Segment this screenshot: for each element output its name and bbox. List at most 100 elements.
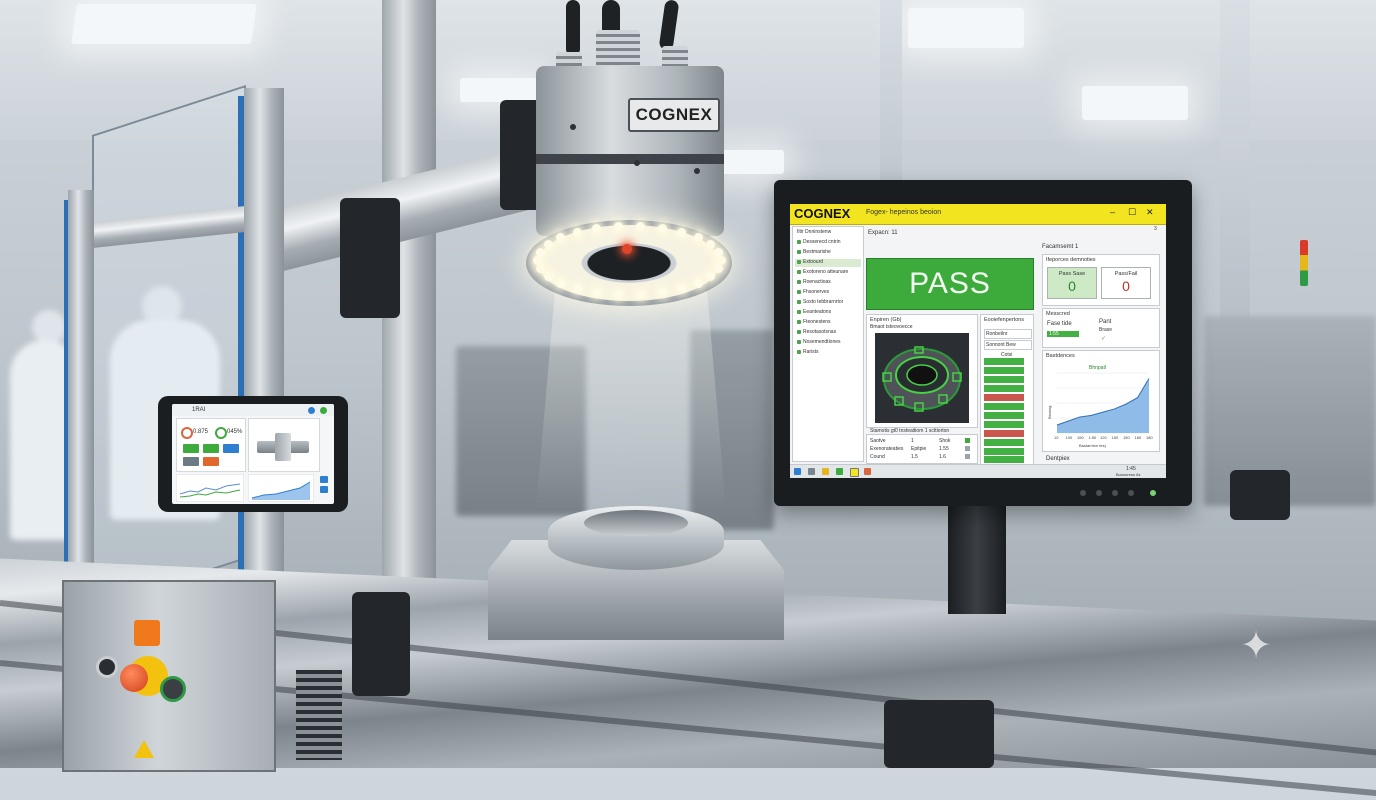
tool-status-row[interactable]	[984, 421, 1024, 428]
tools-panel-item[interactable]: Ronbeilnr	[984, 329, 1032, 339]
tablet-tile[interactable]	[183, 457, 199, 466]
camera-cable	[566, 0, 580, 56]
sparkle-icon: ✦	[1240, 625, 1272, 667]
sidebar-item[interactable]: Rarists	[797, 349, 819, 357]
tablet-title: 1RAI	[192, 407, 206, 413]
chart-x-tick: 120	[1100, 435, 1107, 440]
tool-status-row[interactable]	[984, 367, 1024, 374]
sidebar-item[interactable]: Roenactioas	[797, 279, 831, 287]
counters-title: Ifeporces demnoties	[1046, 257, 1096, 263]
arm-bracket	[340, 198, 400, 318]
tools-panel-item[interactable]: Sonnont Bew	[984, 340, 1032, 350]
tool-status-row[interactable]	[984, 439, 1024, 446]
tool-status-row[interactable]	[984, 394, 1024, 401]
monitor-button[interactable]	[1080, 490, 1086, 496]
emergency-stop-button[interactable]	[120, 664, 148, 692]
pass-result-banner: PASS	[866, 258, 1034, 310]
tree-node-icon	[797, 259, 801, 264]
chart-x-tick: 180	[1135, 435, 1142, 440]
sidebar-item[interactable]: Nosemendtiones	[797, 339, 841, 347]
sidebar-item-label: Fhsonerves	[803, 289, 830, 295]
chart-panel: Bastdences Bhnpatl 10 100 150 1:50 120 150 150 1…	[1042, 350, 1160, 452]
sidebar-item[interactable]: Sosto tebbrarnrtor	[797, 299, 843, 307]
row-status-icon	[965, 438, 970, 443]
start-button[interactable]	[160, 676, 186, 702]
taskbar-app-icon[interactable]	[808, 468, 815, 475]
measured-title: Messcred	[1046, 311, 1070, 317]
row-status-icon	[965, 454, 970, 459]
sidebar-item[interactable]: Bestmarishe	[797, 249, 831, 257]
image-panel: Enpiren (Gb) Bmaot tsteovoecce	[866, 314, 978, 428]
tablet-tile[interactable]	[183, 444, 199, 453]
ring-led	[556, 278, 566, 288]
pass-rate-label: Fase tide	[1047, 321, 1072, 327]
maximize-icon[interactable]: ☐	[1128, 207, 1136, 218]
tablet-value: 045%	[227, 429, 243, 435]
chart-area	[1057, 378, 1149, 433]
ceiling-light	[71, 4, 257, 44]
tool-status-row[interactable]	[984, 448, 1024, 455]
tool-status-row[interactable]	[984, 385, 1024, 392]
sidebar-item-label: Extoourd	[803, 259, 824, 265]
results-cell: Saotve	[870, 438, 886, 444]
taskbar: 1:45 Busnuresu 6z	[790, 464, 1166, 478]
chart-x-tick: 150	[1077, 435, 1084, 440]
monitor-button[interactable]	[1096, 490, 1102, 496]
sidebar-item-label: Exotoreno atteunare	[803, 269, 849, 275]
power-button[interactable]	[1150, 490, 1156, 496]
selector-switch[interactable]	[96, 656, 118, 678]
taskbar-app-icon[interactable]	[850, 468, 859, 477]
sidebar-item[interactable]: Resotasotsnas	[797, 329, 836, 337]
trend-chart[interactable]: Bhnpatl 10 100 150 1:50 120 150 150 180 180 Bastar…	[1045, 361, 1157, 449]
cabinet-vent	[296, 670, 342, 760]
tree-node-icon	[797, 279, 801, 284]
camera-band	[536, 154, 724, 164]
taskbar-app-icon[interactable]	[836, 468, 843, 475]
tool-status-row[interactable]	[984, 430, 1024, 437]
tablet-side-button[interactable]	[320, 486, 328, 493]
sidebar-item[interactable]: Desserecd cntrin	[797, 239, 841, 247]
monitor-button[interactable]	[1112, 490, 1118, 496]
tablet-screen[interactable]: 1RAI 0.875 045%	[172, 404, 334, 504]
sidebar-item-label: Eeanteatons	[803, 309, 832, 315]
rail-clamp	[884, 700, 994, 768]
sidebar-item[interactable]: Eeanteatons	[797, 309, 831, 317]
monitor-button[interactable]	[1128, 490, 1134, 496]
start-icon[interactable]	[794, 468, 801, 475]
fail-counter-value: 0	[1122, 278, 1130, 294]
ring-led	[613, 289, 623, 299]
chart-y-label: Btowng	[1047, 406, 1052, 419]
close-icon[interactable]: ✕	[1146, 207, 1154, 218]
sidebar-item-label: Rarists	[803, 349, 819, 355]
sidebar-item[interactable]: Extoourd	[795, 259, 861, 267]
pass-counter-label: Pass Sase	[1058, 271, 1086, 277]
rail-clamp	[1230, 470, 1290, 520]
results-cell: Shok	[939, 438, 951, 444]
window-title: Fogex- hepeinos beoion	[866, 209, 942, 216]
title-bar: COGNEX Fogex- hepeinos beoion – ☐ ✕	[790, 204, 1166, 225]
results-cell: Epitpie	[911, 446, 927, 452]
tool-status-row[interactable]	[984, 403, 1024, 410]
sidebar-item-label: Nosemendtiones	[803, 339, 841, 345]
sidebar-item[interactable]: Fhsonerves	[797, 289, 829, 297]
minimize-icon[interactable]: –	[1110, 207, 1115, 217]
camera-indicator	[694, 168, 700, 174]
sidebar-item[interactable]: Fteonestens	[797, 319, 831, 327]
second-tab[interactable]: Facamsemt 1	[1042, 244, 1078, 250]
fail-counter: Pass/Fail 0	[1101, 267, 1151, 299]
tablet-side-button[interactable]	[320, 476, 328, 483]
chart-x-tick: 150	[1112, 435, 1119, 440]
inspection-image[interactable]	[875, 333, 969, 423]
ceiling-light	[720, 150, 784, 174]
tablet-tile[interactable]	[203, 457, 219, 466]
tablet-tile[interactable]	[203, 444, 219, 453]
tool-status-row[interactable]	[984, 456, 1024, 463]
tool-status-row[interactable]	[984, 412, 1024, 419]
tower-light	[1300, 240, 1308, 286]
sidebar-item[interactable]: Exotoreno atteunare	[797, 269, 848, 277]
taskbar-app-icon[interactable]	[864, 468, 871, 475]
tablet-tile[interactable]	[223, 444, 239, 453]
tool-status-row[interactable]	[984, 376, 1024, 383]
tool-status-row[interactable]	[984, 358, 1024, 365]
taskbar-app-icon[interactable]	[822, 468, 829, 475]
